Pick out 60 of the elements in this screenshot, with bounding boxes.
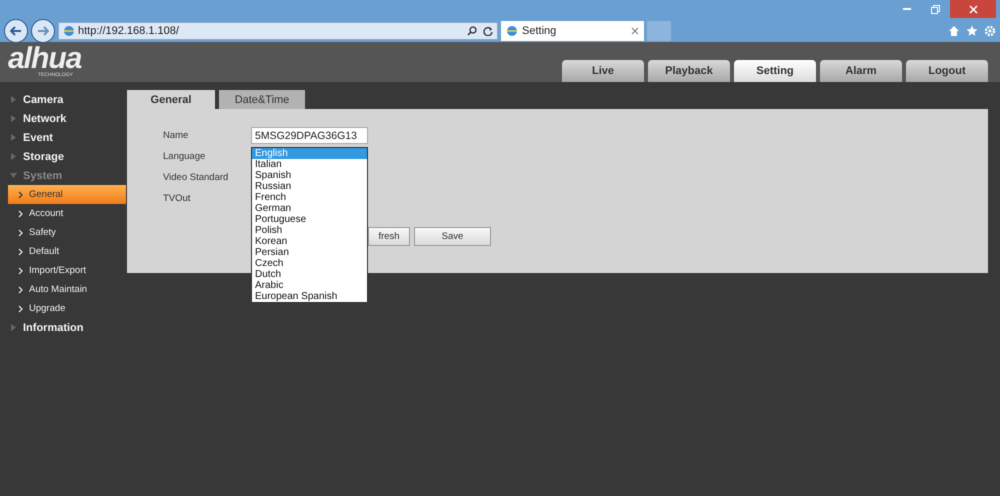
arrow-left-icon (10, 26, 22, 36)
nav-tab[interactable]: Logout (906, 60, 988, 82)
logo-text: alhua (8, 46, 82, 72)
language-dropdown-list[interactable]: English Italian Spanish Russian French German Portuguese Polish Korean Persian Czech Dutch Arabic European Spanish (251, 147, 368, 303)
content-tab[interactable]: General (127, 90, 215, 109)
triangle-right-icon (10, 134, 17, 141)
chevron-right-icon (18, 304, 23, 312)
close-icon (968, 4, 978, 14)
chevron-right-icon (18, 248, 23, 256)
field-label: Name (163, 130, 190, 141)
nav-tab[interactable]: Alarm (820, 60, 902, 82)
refresh-icon[interactable] (483, 26, 493, 36)
chevron-right-icon (18, 210, 23, 218)
chevron-right-icon (18, 286, 23, 294)
globe-icon (506, 25, 518, 37)
nav-tab[interactable]: Playback (648, 60, 730, 82)
sidebar-subitem[interactable]: Import/Export (8, 261, 126, 280)
chevron-right-icon (18, 190, 23, 198)
triangle-right-icon (10, 153, 17, 160)
tab-title: Setting (522, 25, 556, 37)
field-label: Language (163, 151, 206, 162)
sidebar-subitem[interactable]: Upgrade (8, 299, 126, 318)
close-icon[interactable] (631, 27, 639, 35)
arrow-right-icon (37, 26, 49, 36)
sidebar-item[interactable]: Network (0, 109, 126, 128)
sidebar-subitem[interactable]: General (8, 185, 126, 204)
home-icon[interactable] (948, 25, 960, 37)
refresh-button[interactable]: fresh (368, 227, 410, 246)
sidebar-item[interactable]: Event (0, 128, 126, 147)
forward-button[interactable] (31, 19, 55, 43)
star-icon[interactable] (966, 25, 978, 37)
triangle-down-icon (10, 172, 17, 179)
name-field[interactable]: 5MSG29DPAG36G13 (251, 127, 368, 144)
field-label: Video Standard (163, 172, 230, 183)
chevron-right-icon (18, 266, 23, 274)
sidebar-subitem[interactable]: Auto Maintain (8, 280, 126, 299)
chevron-right-icon (18, 228, 23, 236)
search-icon[interactable] (467, 26, 477, 36)
browser-tab[interactable]: Setting (501, 21, 644, 41)
url-text: http://192.168.1.108/ (78, 25, 179, 37)
globe-icon (63, 25, 75, 37)
content-tab[interactable]: Date&Time (219, 90, 305, 109)
sidebar-subitem[interactable]: Safety (8, 223, 126, 242)
nav-tab[interactable]: Live (562, 60, 644, 82)
sidebar-subitem[interactable]: Account (8, 204, 126, 223)
settings-icon[interactable] (984, 25, 996, 37)
save-button[interactable]: Save (414, 227, 491, 246)
sidebar-subitem[interactable]: Default (8, 242, 126, 261)
triangle-right-icon (10, 115, 17, 122)
nav-tab[interactable]: Setting (734, 60, 816, 82)
field-label: TVOut (163, 193, 192, 204)
sidebar-item[interactable]: Storage (0, 147, 126, 166)
triangle-right-icon (10, 96, 17, 103)
close-button[interactable] (950, 0, 996, 18)
back-button[interactable] (4, 19, 28, 43)
sidebar-item[interactable]: Camera (0, 90, 126, 109)
restore-icon[interactable] (930, 4, 940, 14)
triangle-right-icon (10, 324, 17, 331)
address-bar[interactable]: http://192.168.1.108/ (58, 22, 498, 40)
sidebar-item[interactable]: Information (0, 318, 126, 337)
